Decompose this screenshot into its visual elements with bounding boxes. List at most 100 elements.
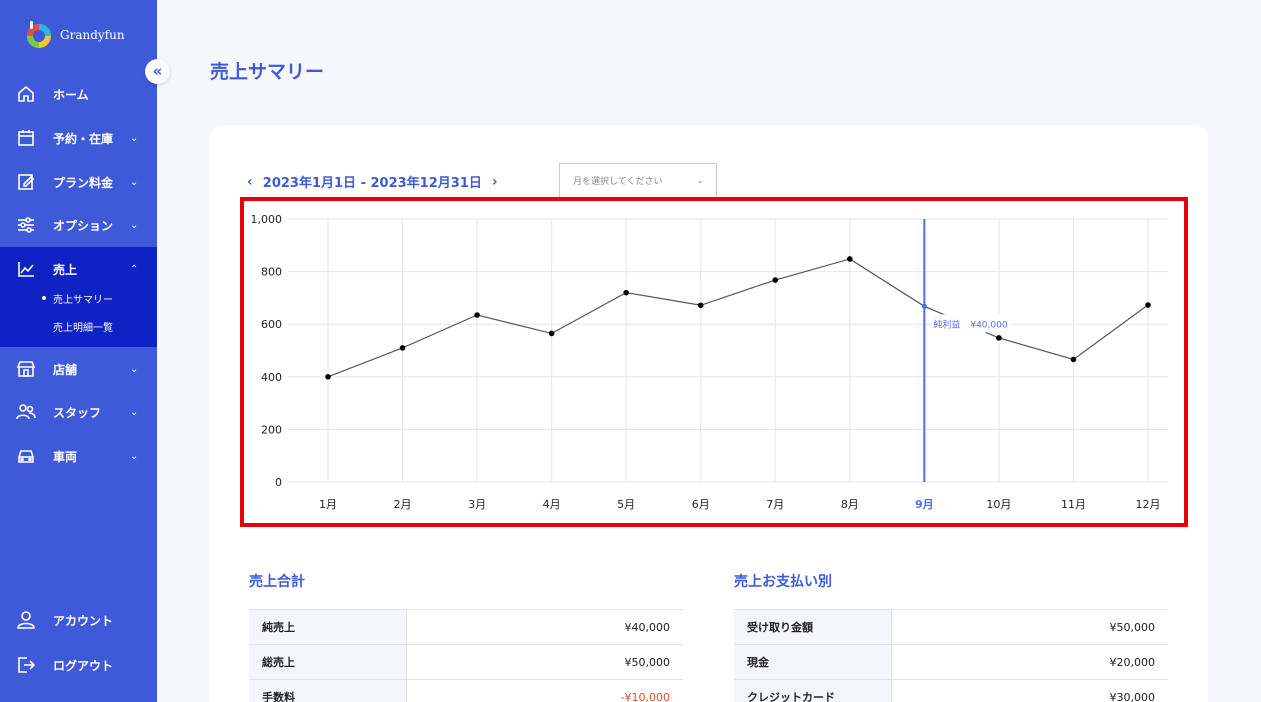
x-tick-label: 8月: [841, 498, 859, 511]
data-point: [1145, 302, 1151, 308]
sidebar-item-option[interactable]: オプション ⌄: [0, 205, 157, 245]
sidebar-item-label: プラン料金: [53, 175, 114, 190]
y-tick-label: 600: [261, 318, 282, 331]
sidebar-item-label: 車両: [53, 449, 78, 464]
x-tick-label: 10月: [986, 498, 1011, 511]
app-name: Grandyfun: [60, 28, 125, 42]
chevron-down-icon: ⌄: [130, 219, 139, 231]
logout-icon: [18, 657, 36, 673]
table-row: 総売上 ¥50,000: [249, 645, 683, 680]
data-point: [1070, 356, 1077, 363]
sidebar-item-label: オプション: [53, 218, 114, 233]
row-value: ¥40,000: [624, 620, 671, 634]
x-tick-label: 3月: [468, 498, 486, 511]
x-tick-label: 9月: [915, 498, 934, 511]
row-value: ¥20,000: [1109, 655, 1156, 669]
row-value: -¥10,000: [620, 690, 670, 702]
row-label: 手数料: [249, 680, 407, 702]
data-point: [399, 345, 406, 351]
user-icon: [17, 611, 35, 629]
month-select[interactable]: 月を選択してください ⌄: [559, 163, 717, 197]
row-label: 受け取り金額: [734, 610, 892, 644]
x-tick-label: 2月: [394, 498, 412, 511]
y-tick-label: 0: [275, 476, 282, 489]
sidebar-item-reservation[interactable]: 予約・在庫 ⌄: [0, 118, 157, 158]
calendar-icon: [18, 130, 34, 146]
row-label: 純売上: [249, 610, 407, 644]
sidebar-item-plan[interactable]: プラン料金 ⌄: [0, 162, 157, 202]
chevron-up-icon: ⌃: [130, 263, 139, 275]
store-icon: [16, 361, 36, 377]
data-point: [921, 303, 927, 309]
sidebar-item-logout[interactable]: ログアウト: [0, 645, 157, 685]
sidebar-item-label: ホーム: [53, 87, 89, 102]
row-value: ¥50,000: [1109, 620, 1156, 634]
data-point: [996, 335, 1002, 341]
chevron-down-icon: ⌄: [130, 450, 139, 462]
chevron-down-icon: ⌄: [130, 406, 139, 418]
table-row: 現金 ¥20,000: [734, 645, 1168, 680]
x-tick-label: 4月: [543, 498, 561, 511]
summary-table: 純売上 ¥40,000 総売上 ¥50,000 手数料 -¥10,000: [249, 609, 683, 702]
table-row: 手数料 -¥10,000: [249, 680, 683, 702]
sidebar-subitem-sales-summary[interactable]: 売上サマリー: [0, 287, 157, 309]
data-point: [697, 302, 704, 309]
x-tick-label: 12月: [1136, 498, 1161, 511]
payments-table: 受け取り金額 ¥50,000 現金 ¥20,000 クレジットカード ¥30,000: [734, 609, 1168, 702]
sidebar-item-staff[interactable]: スタッフ ⌄: [0, 392, 157, 432]
row-label: 現金: [734, 645, 892, 679]
y-tick-label: 1,000: [251, 213, 283, 226]
sidebar-item-label: ログアウト: [53, 658, 114, 673]
sidebar-subitem-label: 売上明細一覧: [53, 322, 113, 334]
table-row: 純売上 ¥40,000: [249, 610, 683, 645]
sidebar-item-store[interactable]: 店舗 ⌄: [0, 349, 157, 389]
sliders-icon: [18, 217, 34, 233]
data-point: [623, 289, 629, 296]
prev-period-button[interactable]: ‹: [247, 174, 253, 190]
tooltip-label: 純利益: [933, 318, 960, 330]
chevron-down-icon: ⌄: [130, 176, 139, 188]
sidebar-item-label: 売上: [53, 262, 78, 277]
payments-section-title: 売上お支払い別: [734, 574, 832, 590]
summary-section-title: 売上合計: [249, 574, 305, 590]
sidebar-item-vehicle[interactable]: 車両 ⌄: [0, 436, 157, 476]
data-point: [325, 374, 331, 380]
sidebar-item-label: スタッフ: [53, 405, 102, 420]
row-value: ¥30,000: [1109, 690, 1156, 702]
sidebar-collapse-button[interactable]: «: [145, 59, 170, 84]
row-label: 総売上: [249, 645, 407, 679]
x-tick-label: 11月: [1061, 498, 1086, 511]
app-logo[interactable]: Grandyfun: [24, 20, 125, 50]
double-chevron-left-icon: «: [152, 62, 163, 80]
sidebar-subitem-sales-detail[interactable]: 売上明細一覧: [0, 315, 157, 337]
sidebar-item-label: アカウント: [53, 613, 114, 628]
sidebar-item-home[interactable]: ホーム: [0, 74, 157, 114]
sidebar-item-sales[interactable]: 売上 ⌃: [0, 249, 157, 289]
edit-icon: [18, 174, 35, 190]
chevron-down-icon: ⌄: [130, 132, 139, 144]
sidebar-item-account[interactable]: アカウント: [0, 600, 157, 640]
logo-icon: [27, 21, 51, 48]
chart-line-icon: [18, 262, 34, 277]
data-point: [474, 312, 480, 318]
active-dot: [42, 296, 46, 300]
users-icon: [16, 404, 36, 420]
home-icon: [18, 85, 34, 102]
y-tick-label: 400: [261, 371, 282, 384]
chevron-down-icon: ⌄: [130, 363, 139, 375]
data-point: [548, 330, 555, 337]
sales-line-chart: 0 200 400 600 800 1,000 1月 2月 3月 4月 5月 6月 7月 8月 9月 10月 1…: [251, 213, 1168, 511]
sidebar-subitem-label: 売上サマリー: [53, 294, 113, 306]
y-tick-label: 800: [261, 266, 282, 279]
x-tick-label: 5月: [617, 498, 635, 511]
x-tick-label: 6月: [692, 498, 710, 511]
sidebar: Grandyfun ホーム 予約・在庫 ⌄ プラン料金 ⌄ オプション ⌄ 売上…: [0, 0, 157, 702]
sidebar-item-label: 予約・在庫: [53, 131, 114, 146]
date-range-nav: ‹ 2023年1月1日 - 2023年12月31日 ›: [247, 172, 498, 192]
next-period-button[interactable]: ›: [492, 174, 498, 190]
data-point: [772, 277, 779, 283]
row-value: ¥50,000: [624, 655, 671, 669]
table-row: 受け取り金額 ¥50,000: [734, 610, 1168, 645]
sidebar-item-label: 店舗: [53, 362, 78, 377]
y-tick-label: 200: [261, 423, 282, 436]
